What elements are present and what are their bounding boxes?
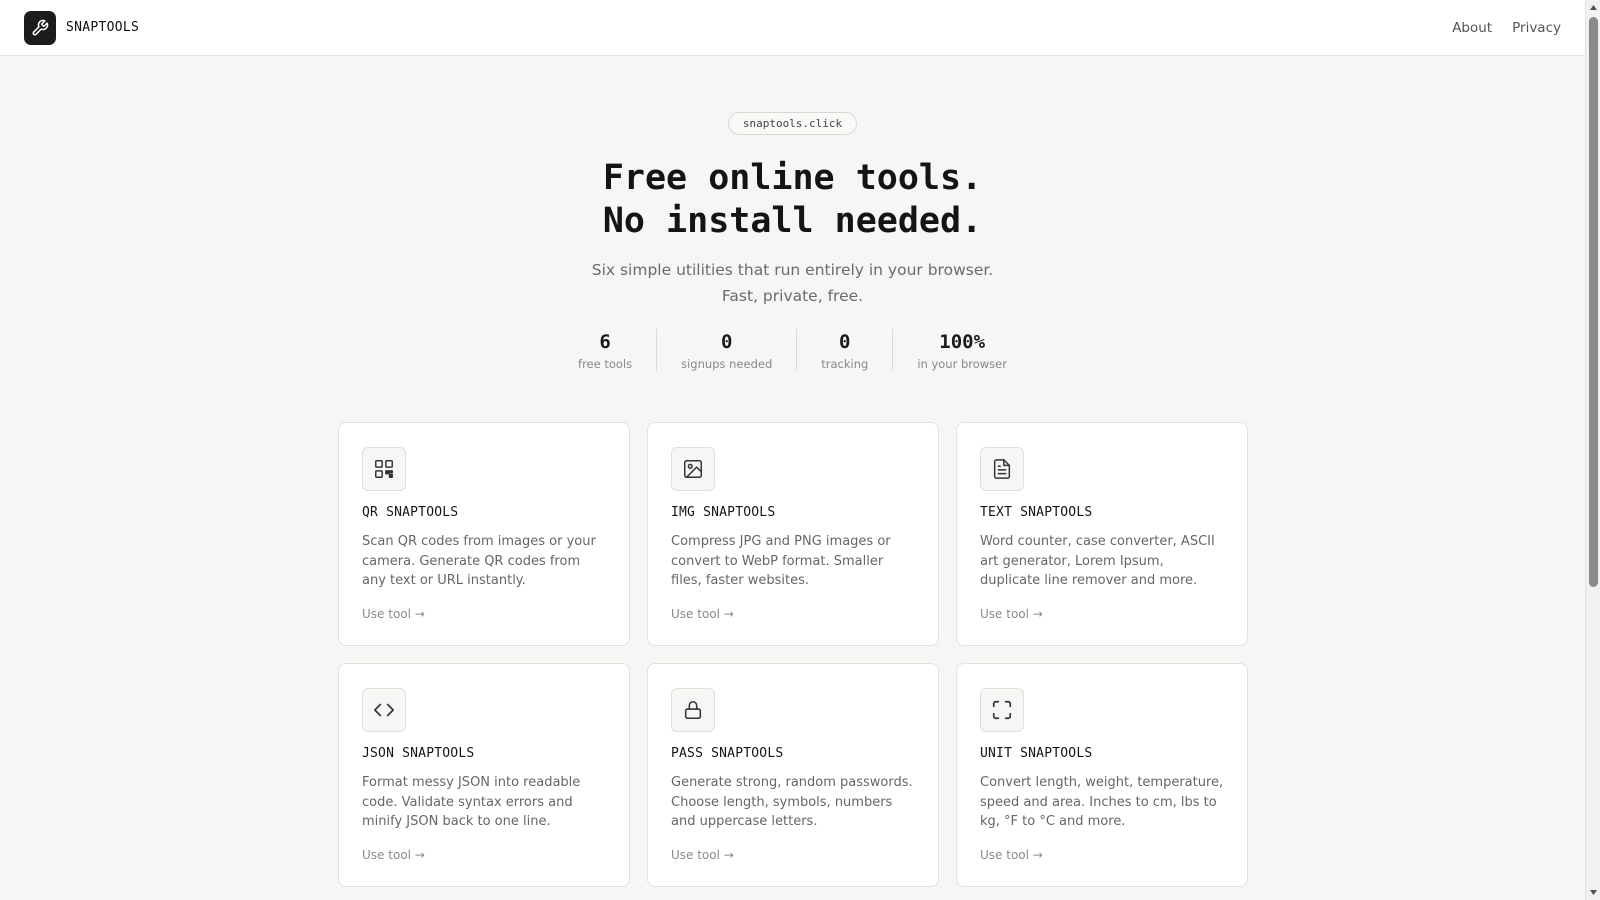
stat-free-tools: 6 free tools bbox=[554, 329, 658, 371]
tool-card-text[interactable]: TEXT SNAPTOOLS Word counter, case conver… bbox=[956, 422, 1248, 646]
tool-card-description: Generate strong, random passwords. Choos… bbox=[671, 775, 913, 829]
stat-label: tracking bbox=[821, 357, 869, 371]
use-tool-link[interactable]: Use tool → bbox=[671, 848, 734, 862]
tool-card-description: Format messy JSON into readable code. Va… bbox=[362, 775, 581, 829]
code-brackets-icon bbox=[362, 688, 406, 732]
top-navbar: SNAPTOOLS About Privacy bbox=[0, 0, 1585, 56]
lock-icon bbox=[671, 688, 715, 732]
tool-card-title: TEXT SNAPTOOLS bbox=[980, 505, 1093, 520]
stat-signups: 0 signups needed bbox=[657, 329, 798, 371]
wrench-icon bbox=[24, 10, 56, 45]
brand-name: SNAPTOOLS bbox=[66, 20, 140, 35]
nav-link-privacy[interactable]: Privacy bbox=[1512, 20, 1561, 36]
hero-section: snaptools.click Free online tools. No in… bbox=[0, 56, 1585, 371]
tool-card-title: IMG SNAPTOOLS bbox=[671, 505, 776, 520]
stat-value: 100% bbox=[939, 331, 986, 353]
use-tool-link[interactable]: Use tool → bbox=[671, 607, 734, 621]
tool-card-json[interactable]: JSON SNAPTOOLS Format messy JSON into re… bbox=[338, 663, 630, 887]
stat-label: signups needed bbox=[681, 357, 773, 371]
nav-link-about[interactable]: About bbox=[1452, 20, 1492, 36]
tool-card-title: QR SNAPTOOLS bbox=[362, 505, 459, 520]
tool-card-title: UNIT SNAPTOOLS bbox=[980, 746, 1093, 761]
stat-value: 0 bbox=[720, 331, 733, 353]
stat-in-browser: 100% in your browser bbox=[893, 329, 1031, 371]
stat-value: 0 bbox=[839, 331, 851, 353]
use-tool-link[interactable]: Use tool → bbox=[980, 607, 1043, 621]
tool-card-title: JSON SNAPTOOLS bbox=[362, 746, 475, 761]
headline-line-1: Free online tools. bbox=[602, 158, 983, 198]
page-headline: Free online tools. No install needed. bbox=[0, 157, 1585, 243]
vertical-scrollbar[interactable] bbox=[1585, 0, 1600, 900]
brand-home-link[interactable]: SNAPTOOLS bbox=[24, 10, 140, 45]
top-nav-links: About Privacy bbox=[1452, 20, 1561, 36]
image-icon bbox=[671, 447, 715, 491]
stat-value: 6 bbox=[599, 331, 611, 353]
document-icon bbox=[980, 447, 1024, 491]
tool-card-description: Compress JPG and PNG images or convert t… bbox=[671, 534, 891, 588]
use-tool-link[interactable]: Use tool → bbox=[362, 607, 425, 621]
tool-card-description: Scan QR codes from images or your camera… bbox=[362, 534, 596, 588]
scroll-up-arrow-icon[interactable] bbox=[1586, 0, 1600, 15]
headline-line-2: No install needed. bbox=[602, 201, 983, 241]
stat-label: in your browser bbox=[917, 357, 1007, 371]
stat-tracking: 0 tracking bbox=[797, 329, 894, 371]
use-tool-link[interactable]: Use tool → bbox=[980, 848, 1043, 862]
tool-card-title: PASS SNAPTOOLS bbox=[671, 746, 784, 761]
tool-card-description: Convert length, weight, temperature, spe… bbox=[980, 775, 1224, 829]
domain-badge: snaptools.click bbox=[727, 112, 858, 135]
qr-code-icon bbox=[362, 447, 406, 491]
tool-card-img[interactable]: IMG SNAPTOOLS Compress JPG and PNG image… bbox=[647, 422, 939, 646]
hero-subtitle: Six simple utilities that run entirely i… bbox=[591, 261, 994, 305]
stat-label: free tools bbox=[578, 357, 633, 371]
tool-card-pass[interactable]: PASS SNAPTOOLS Generate strong, random p… bbox=[647, 663, 939, 887]
tool-card-description: Word counter, case converter, ASCII art … bbox=[980, 534, 1215, 588]
scrollbar-thumb[interactable] bbox=[1589, 17, 1598, 587]
tool-card-qr[interactable]: QR SNAPTOOLS Scan QR codes from images o… bbox=[338, 422, 630, 646]
expand-frame-icon bbox=[980, 688, 1024, 732]
use-tool-link[interactable]: Use tool → bbox=[362, 848, 425, 862]
scroll-down-arrow-icon[interactable] bbox=[1586, 885, 1600, 900]
stats-row: 6 free tools 0 signups needed 0 tracking… bbox=[0, 329, 1585, 371]
tool-card-unit[interactable]: UNIT SNAPTOOLS Convert length, weight, t… bbox=[956, 663, 1248, 887]
